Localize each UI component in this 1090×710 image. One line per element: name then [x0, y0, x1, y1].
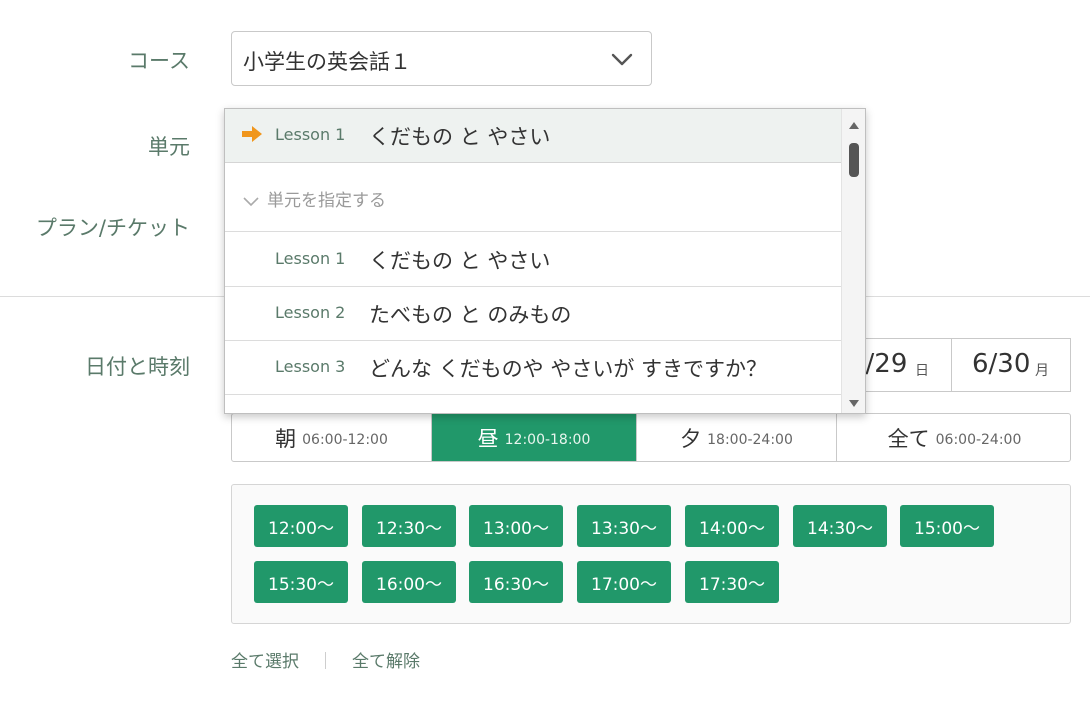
time-slot-button[interactable]: 12:30〜	[362, 505, 456, 547]
lesson-number: Lesson 1	[275, 249, 346, 268]
chevron-down-icon	[243, 192, 259, 211]
tab-range: 06:00-24:00	[935, 432, 1022, 448]
tab-range: 18:00-24:00	[707, 432, 793, 448]
lesson-title: どんな くだものや やさいが すきですか？	[369, 357, 768, 381]
link-separator: ｜	[317, 652, 334, 672]
lesson-title: たべもの と のみもの	[369, 303, 572, 327]
time-slot-button[interactable]: 14:00〜	[685, 505, 779, 547]
tab-afternoon[interactable]: 昼 12:00-18:00	[432, 414, 637, 461]
date-weekday: 月	[1035, 363, 1049, 379]
course-label: コース	[128, 49, 190, 73]
tab-name: 朝	[275, 427, 297, 451]
course-select-value: 小学生の英会話１	[243, 50, 411, 74]
deselect-all-link[interactable]: 全て解除	[352, 647, 420, 672]
unit-option[interactable]: Lesson 1 くだもの と やさい	[225, 233, 841, 287]
time-slot-button[interactable]: 12:00〜	[254, 505, 348, 547]
lesson-title: くだもの と やさい	[369, 125, 551, 149]
chevron-down-icon	[611, 52, 633, 71]
unit-placeholder-text: 単元を指定する	[267, 191, 386, 211]
tab-all[interactable]: 全て 06:00-24:00	[837, 414, 1070, 461]
time-slot-button[interactable]: 15:00〜	[900, 505, 994, 547]
datetime-label: 日付と時刻	[85, 355, 190, 379]
scrollbar-thumb[interactable]	[849, 143, 859, 177]
time-slot-button[interactable]: 17:00〜	[577, 561, 671, 603]
time-slot-button[interactable]: 14:30〜	[793, 505, 887, 547]
tab-evening[interactable]: 夕 18:00-24:00	[637, 414, 837, 461]
date-weekday: 日	[915, 363, 929, 379]
tab-range: 12:00-18:00	[504, 432, 591, 448]
time-slot-button[interactable]: 16:30〜	[469, 561, 563, 603]
time-slot-button[interactable]: 17:30〜	[685, 561, 779, 603]
lesson-number: Lesson 1	[275, 125, 346, 144]
lesson-number: Lesson 2	[275, 303, 346, 322]
unit-placeholder-option[interactable]: 単元を指定する	[225, 164, 841, 232]
time-range-tabs: 朝 06:00-12:00 昼 12:00-18:00 夕 18:00-24:0…	[231, 413, 1071, 462]
unit-option[interactable]: Lesson 2 たべもの と のみもの	[225, 287, 841, 341]
date-value: 6/30	[972, 349, 1031, 379]
time-slot-button[interactable]: 16:00〜	[362, 561, 456, 603]
tab-name: 昼	[477, 427, 499, 451]
unit-dropdown-selected[interactable]: Lesson 1 くだもの と やさい	[225, 109, 841, 163]
lesson-number: Lesson 3	[275, 357, 346, 376]
scroll-up-icon[interactable]	[848, 115, 860, 134]
tab-name: 全て	[887, 427, 930, 451]
selection-links: 全て選択 ｜ 全て解除	[231, 647, 420, 672]
unit-dropdown[interactable]: Lesson 1 くだもの と やさい 単元を指定する Lesson 1 くだも…	[224, 108, 866, 414]
date-item[interactable]: 6/30 月	[951, 338, 1071, 392]
unit-option[interactable]: Lesson 3 どんな くだものや やさいが すきですか？	[225, 341, 841, 395]
time-slot-button[interactable]: 13:30〜	[577, 505, 671, 547]
arrow-right-icon	[241, 124, 263, 148]
dropdown-scrollbar[interactable]	[841, 109, 865, 413]
plan-label: プラン/チケット	[35, 216, 190, 240]
select-all-link[interactable]: 全て選択	[231, 647, 299, 672]
tab-name: 夕	[680, 427, 702, 451]
lesson-title: くだもの と やさい	[369, 249, 551, 273]
tab-morning[interactable]: 朝 06:00-12:00	[232, 414, 432, 461]
time-slot-button[interactable]: 13:00〜	[469, 505, 563, 547]
unit-label: 単元	[148, 135, 190, 159]
course-select[interactable]: 小学生の英会話１	[231, 31, 652, 86]
time-slot-button[interactable]: 15:30〜	[254, 561, 348, 603]
time-slot-panel: 12:00〜 12:30〜 13:00〜 13:30〜 14:00〜 14:30…	[231, 484, 1071, 624]
scroll-down-icon[interactable]	[848, 394, 860, 413]
tab-range: 06:00-12:00	[302, 432, 388, 448]
